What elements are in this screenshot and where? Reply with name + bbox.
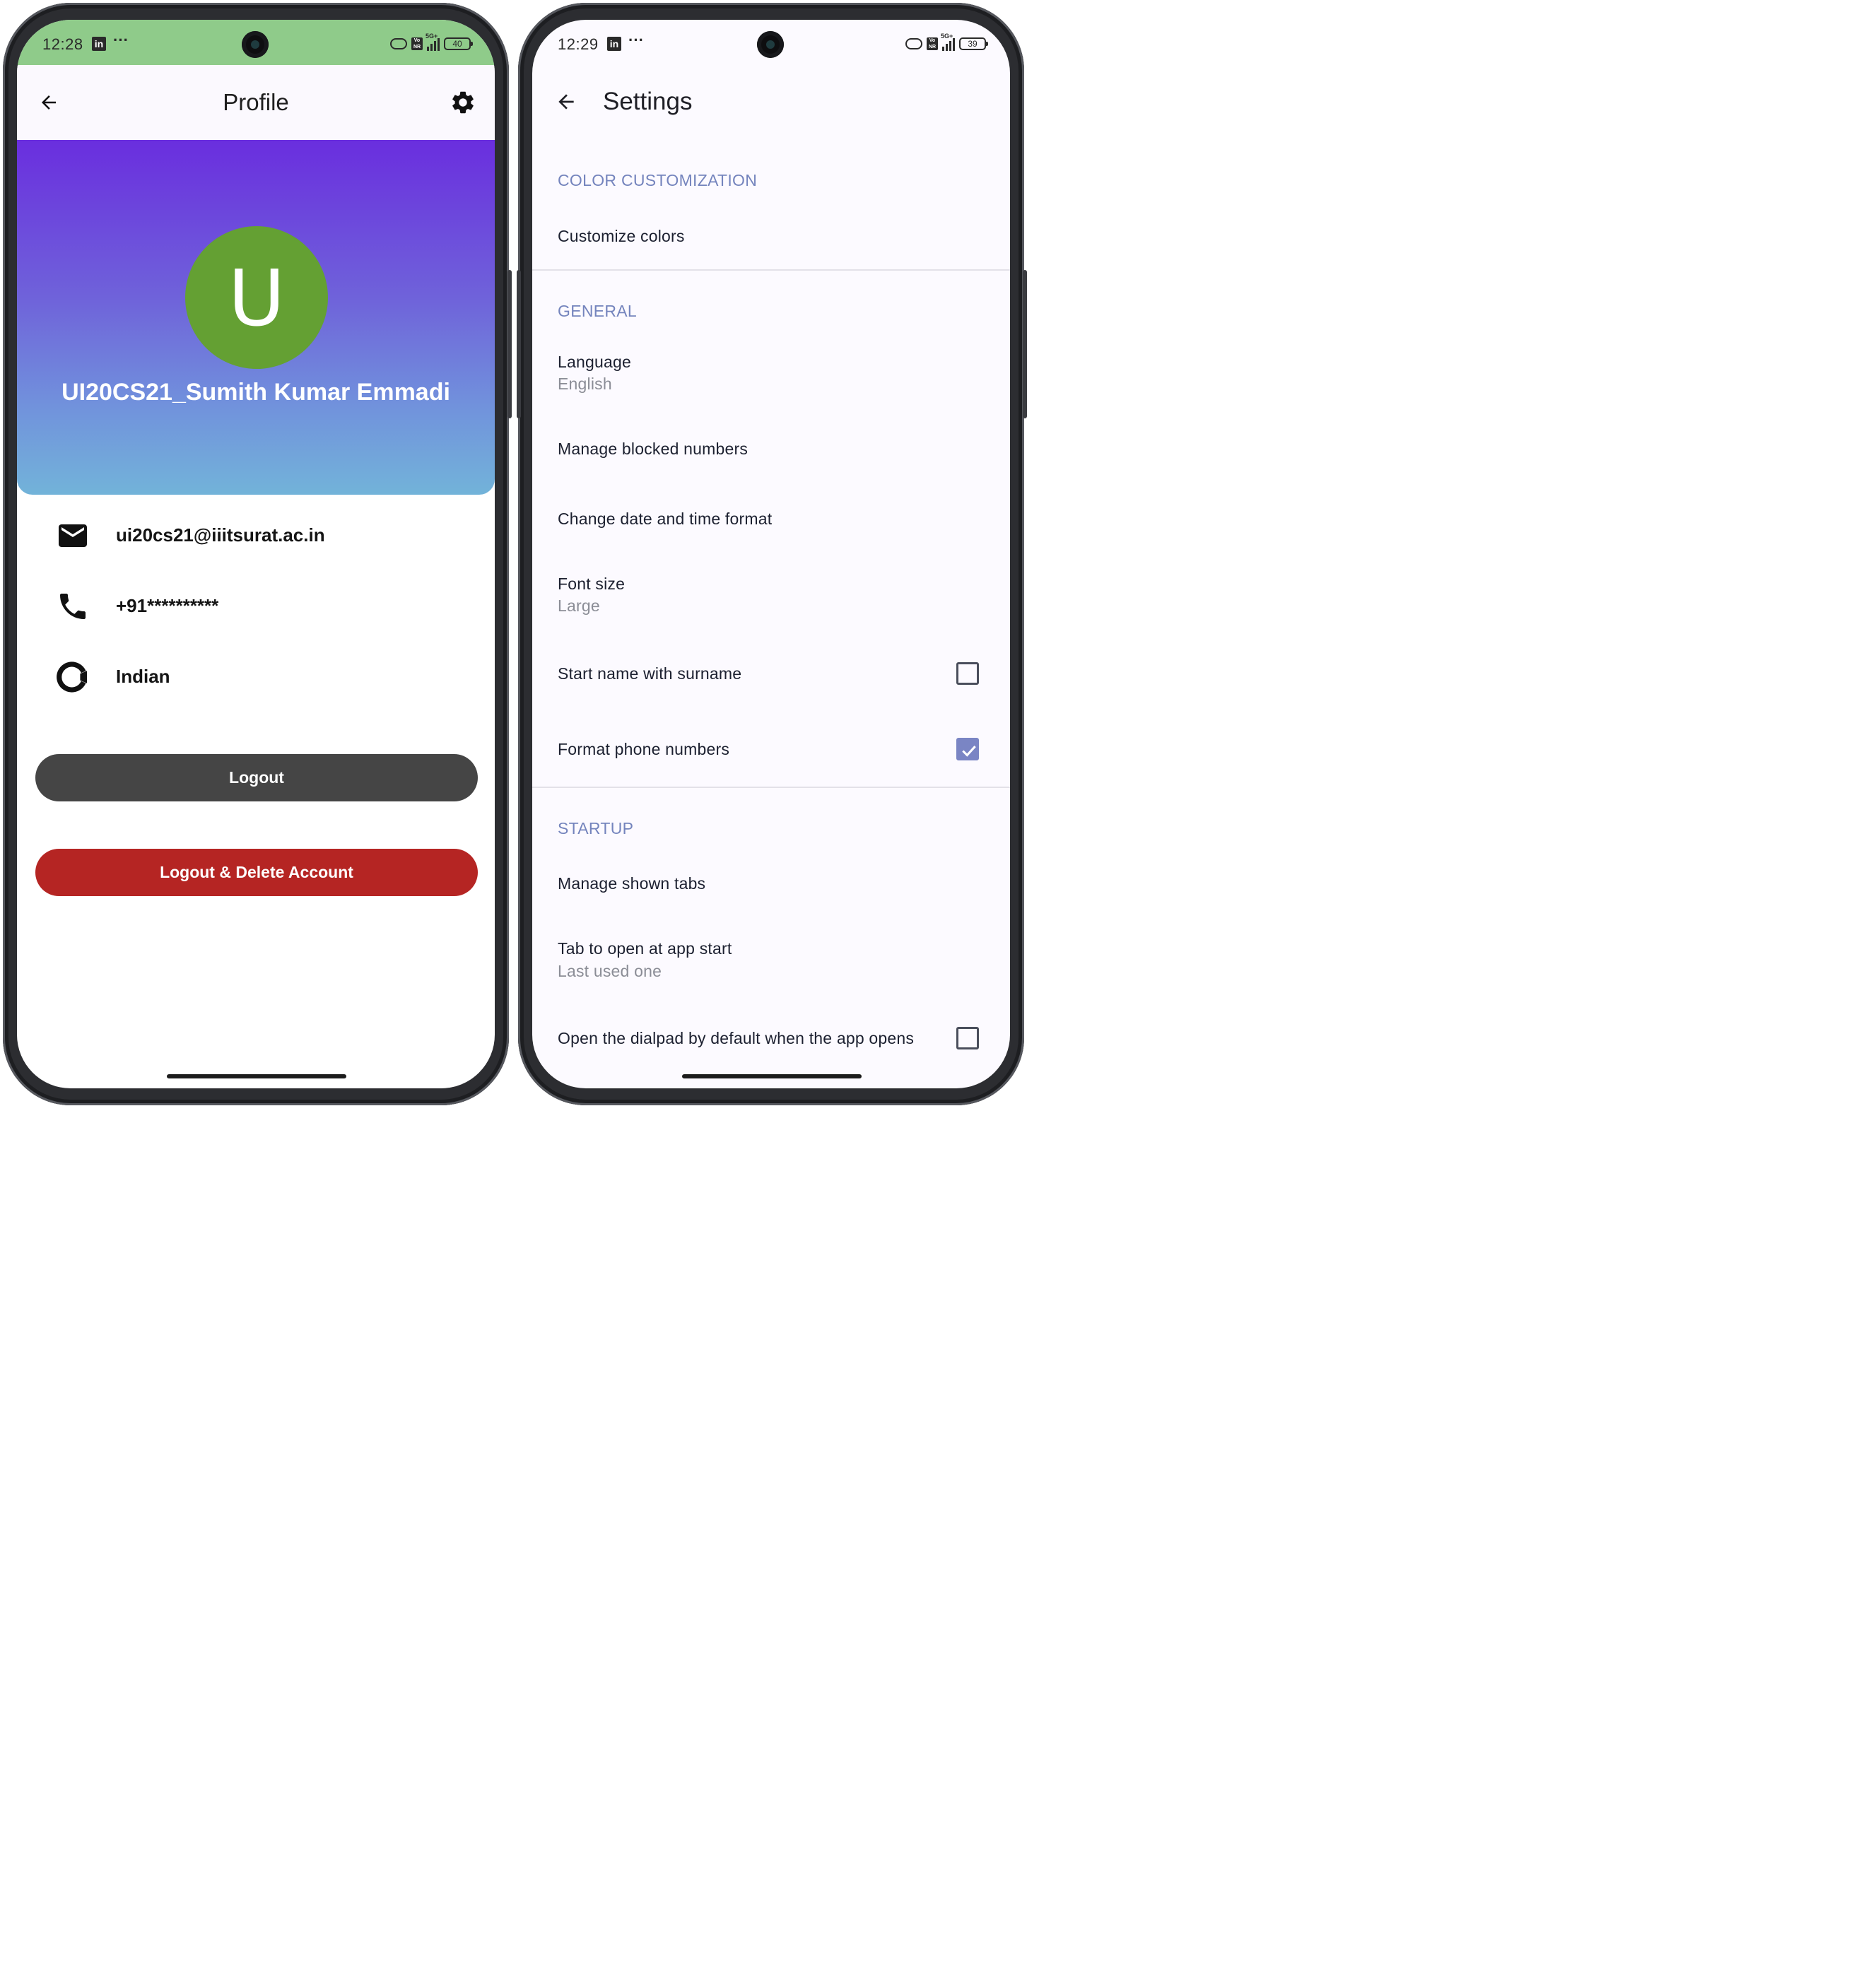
profile-screen: 12:28 in ··· Vo NR 5G+ 40 Profile U UI20… (17, 20, 495, 1088)
more-notifications-icon: ··· (113, 31, 129, 49)
status-icons: Vo NR 5G+ 40 (390, 33, 473, 52)
logout-button[interactable]: Logout (35, 754, 478, 801)
tab-open-at-start-item[interactable]: Tab to open at app start (558, 939, 732, 958)
battery-level: 40 (452, 39, 462, 49)
status-time: 12:29 (558, 35, 599, 53)
page-title: Settings (603, 88, 693, 115)
date-time-format-item[interactable]: Change date and time format (558, 510, 772, 529)
format-phone-numbers-checkbox[interactable] (956, 738, 979, 760)
avatar: U (185, 226, 328, 369)
front-camera (757, 31, 784, 58)
manage-blocked-numbers-item[interactable]: Manage blocked numbers (558, 440, 748, 459)
phone-frame-settings: 12:29 in ··· Vo NR 5G+ 39 Settings COLOR … (517, 3, 1027, 1105)
nationality-row: Indian (54, 656, 478, 698)
side-button-left (517, 270, 521, 418)
status-bar: 12:28 in ··· Vo NR 5G+ 40 (17, 20, 495, 65)
battery-icon: 40 (444, 37, 473, 50)
start-name-surname-item[interactable]: Start name with surname (558, 664, 741, 683)
hotspot-icon (390, 38, 407, 49)
customize-colors-item[interactable]: Customize colors (558, 227, 685, 246)
start-name-surname-checkbox[interactable] (956, 662, 979, 685)
signal-icon: 5G+ (425, 33, 440, 51)
settings-screen: 12:29 in ··· Vo NR 5G+ 39 Settings COLOR … (532, 20, 1010, 1088)
section-header-general: GENERAL (558, 302, 638, 320)
battery-level: 39 (968, 39, 978, 49)
hotspot-icon (905, 38, 922, 49)
nationality-icon (57, 661, 87, 693)
linkedin-icon: in (607, 37, 621, 51)
font-size-item[interactable]: Font size (558, 575, 625, 594)
logout-delete-account-button[interactable]: Logout & Delete Account (35, 849, 478, 896)
email-text: ui20cs21@iiitsurat.ac.in (116, 524, 325, 546)
vonr-icon: Vo NR (927, 37, 938, 50)
status-time: 12:28 (42, 35, 83, 53)
section-header-startup: STARTUP (558, 819, 634, 837)
profile-name: UI20CS21_Sumith Kumar Emmadi (61, 379, 450, 406)
front-camera (242, 31, 269, 58)
phone-row: +91********** (54, 585, 478, 628)
back-arrow-icon[interactable] (555, 90, 577, 113)
home-indicator[interactable] (167, 1074, 346, 1078)
status-bar: 12:29 in ··· Vo NR 5G+ 39 (532, 20, 1010, 65)
profile-header: U UI20CS21_Sumith Kumar Emmadi (17, 140, 495, 495)
section-header-color: COLOR CUSTOMIZATION (558, 171, 758, 189)
email-row: ui20cs21@iiitsurat.ac.in (54, 514, 478, 557)
open-dialpad-default-item[interactable]: Open the dialpad by default when the app… (558, 1029, 914, 1048)
vonr-icon: Vo NR (411, 37, 423, 50)
manage-shown-tabs-item[interactable]: Manage shown tabs (558, 874, 705, 893)
side-button (1023, 270, 1027, 418)
page-title: Profile (223, 89, 289, 115)
checkmark-icon (962, 746, 976, 757)
nationality-text: Indian (116, 666, 170, 687)
open-dialpad-default-checkbox[interactable] (956, 1027, 979, 1049)
divider (532, 269, 1010, 271)
side-button (507, 270, 512, 418)
app-bar: Profile (17, 65, 495, 140)
font-size-value: Large (558, 596, 600, 615)
mail-icon (59, 524, 87, 547)
signal-icon: 5G+ (941, 33, 955, 51)
divider (532, 787, 1010, 788)
tab-open-at-start-value: Last used one (558, 962, 662, 980)
linkedin-icon: in (92, 37, 106, 51)
phone-icon (60, 594, 86, 619)
battery-icon: 39 (959, 37, 988, 50)
phone-text: +91********** (116, 595, 219, 616)
status-icons: Vo NR 5G+ 39 (905, 33, 988, 52)
more-notifications-icon: ··· (628, 31, 644, 49)
language-value: English (558, 375, 612, 393)
settings-gear-icon[interactable] (450, 89, 476, 116)
format-phone-numbers-item[interactable]: Format phone numbers (558, 740, 729, 759)
language-item[interactable]: Language (558, 353, 631, 372)
phone-frame-profile: 12:28 in ··· Vo NR 5G+ 40 Profile U UI20… (3, 3, 512, 1105)
home-indicator[interactable] (682, 1074, 862, 1078)
